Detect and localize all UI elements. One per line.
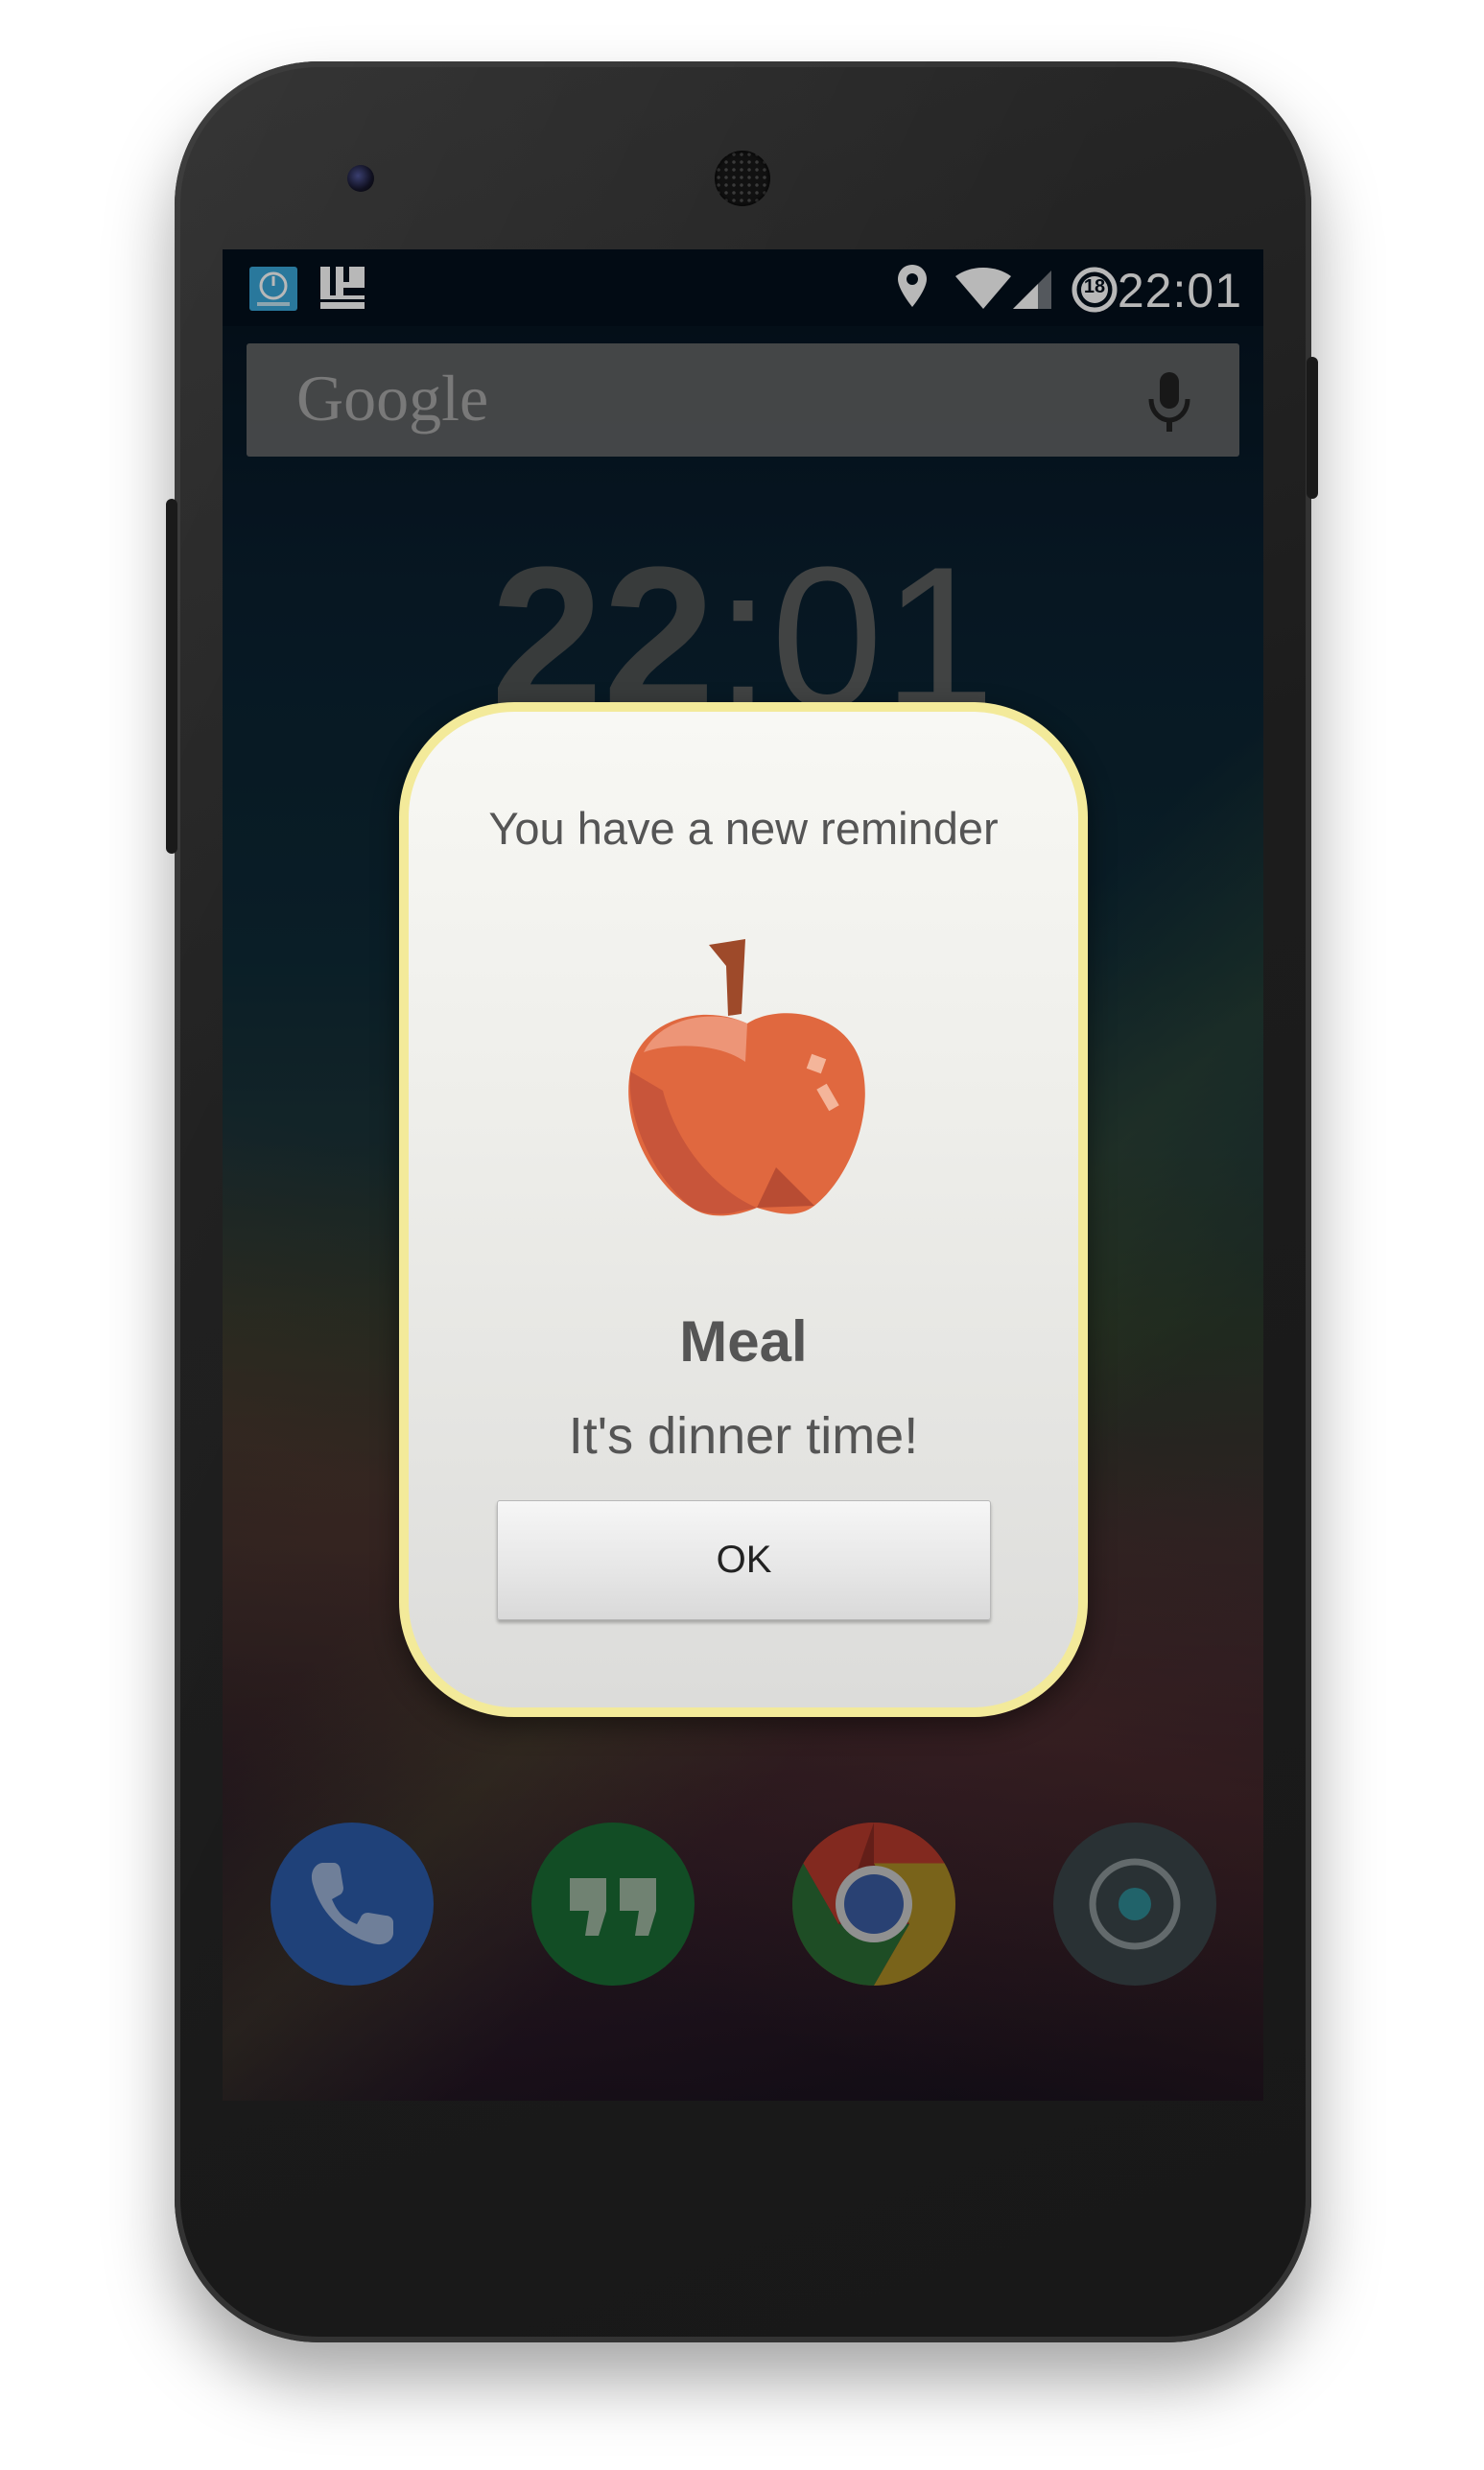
power-button [1307,357,1318,499]
reminder-message: It's dinner time! [568,1407,919,1465]
front-camera [347,165,374,192]
earpiece-speaker [715,151,770,206]
volume-button [166,499,177,854]
reminder-title: Meal [679,1309,808,1374]
apple-icon [613,928,882,1239]
reminder-dialog: You have a new reminder Meal It's dinner… [399,702,1088,1717]
ok-button[interactable]: OK [497,1500,991,1620]
dialog-heading: You have a new reminder [488,803,999,854]
